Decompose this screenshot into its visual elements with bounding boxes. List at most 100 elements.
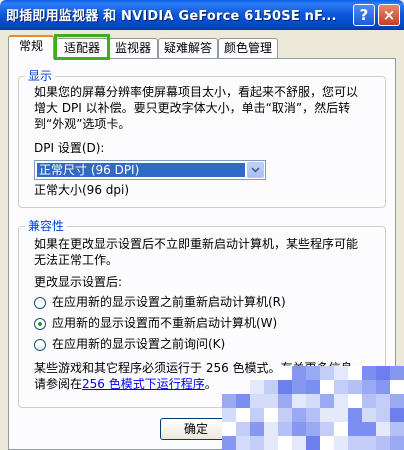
mosaic-tile [362, 422, 376, 436]
mosaic-tile [250, 422, 264, 436]
mosaic-tile [390, 422, 404, 436]
apply-without-restart-label[interactable]: 应用新的显示设置而不重新启动计算机(W) [52, 315, 277, 332]
tab-adapter[interactable]: 适配器 [56, 38, 108, 58]
mosaic-tile [292, 394, 306, 408]
mosaic-tile [320, 422, 334, 436]
mosaic-tile [306, 422, 320, 436]
tab-monitor[interactable]: 监视器 [108, 38, 158, 58]
restart-before-apply-radio[interactable] [34, 297, 46, 309]
display-group-title: 显示 [25, 69, 56, 83]
mosaic-tile [264, 436, 278, 450]
mosaic-tile [222, 436, 236, 450]
compat-description-2: 无法正常工作。 [34, 253, 119, 267]
mosaic-tile [334, 394, 348, 408]
mosaic-tile [320, 366, 334, 380]
mosaic-tile [320, 408, 334, 422]
mosaic-tile [362, 380, 376, 394]
mosaic-tile [390, 394, 404, 408]
mosaic-tile [306, 408, 320, 422]
mosaic-tile [292, 436, 306, 450]
run-256-color-link[interactable]: 256 色模式下运行程序 [82, 377, 205, 391]
mosaic-tile [390, 408, 404, 422]
mosaic-tile [390, 366, 404, 380]
mosaic-tile [236, 394, 250, 408]
mosaic-tile [334, 366, 348, 380]
mosaic-tile [278, 422, 292, 436]
mosaic-tile [278, 380, 292, 394]
mosaic-tile [348, 436, 362, 450]
window-title: 即插即用监视器 和 NVIDIA GeForce 6150SE nF... [6, 9, 337, 24]
compat-note-2: 请参阅在256 色模式下运行程序。 [34, 376, 217, 393]
close-button[interactable]: × [378, 4, 400, 26]
mosaic-tile [222, 394, 236, 408]
title-bar[interactable]: 即插即用监视器 和 NVIDIA GeForce 6150SE nF... ? … [0, 0, 404, 30]
close-icon: × [382, 5, 396, 24]
help-button[interactable]: ? [353, 4, 375, 26]
tab-troubleshoot[interactable]: 疑难解答 [158, 38, 218, 58]
mosaic-tile [376, 408, 390, 422]
mosaic-tile [390, 436, 404, 450]
display-properties-window: 即插即用监视器 和 NVIDIA GeForce 6150SE nF... ? … [0, 0, 404, 450]
mosaic-tile [250, 394, 264, 408]
help-icon: ? [359, 5, 369, 24]
mosaic-tile [362, 394, 376, 408]
dpi-dropdown-button[interactable] [247, 162, 264, 178]
compat-note-suffix: 。 [204, 377, 217, 391]
mosaic-tile [334, 408, 348, 422]
apply-without-restart-radio[interactable] [34, 318, 46, 330]
mosaic-tile [348, 380, 362, 394]
tab-label: 颜色管理 [223, 41, 272, 55]
mosaic-tile [334, 380, 348, 394]
mosaic-tile [320, 394, 334, 408]
dpi-setting-select[interactable]: 正常尺寸 (96 DPI) [34, 160, 266, 180]
compat-note-prefix: 请参阅在 [34, 377, 83, 391]
mosaic-tile [348, 422, 362, 436]
mosaic-tile [390, 380, 404, 394]
mosaic-tile [320, 436, 334, 450]
dpi-value-text: 正常大小(96 dpi) [34, 183, 130, 197]
mosaic-tile [278, 436, 292, 450]
mosaic-tile [348, 408, 362, 422]
mosaic-tile [376, 436, 390, 450]
ask-before-apply-radio[interactable] [34, 339, 46, 351]
mosaic-tile [292, 422, 306, 436]
mosaic-tile [236, 422, 250, 436]
display-description-2: 增大 DPI 以补偿。要只更改字体大小，单击“取消”，然后转 [34, 101, 351, 115]
mosaic-tile [250, 408, 264, 422]
mosaic-tile [348, 394, 362, 408]
ask-before-apply-label[interactable]: 在应用新的显示设置之前询问(K) [52, 336, 225, 353]
mosaic-tile [306, 394, 320, 408]
dpi-selected-value: 正常尺寸 (96 DPI) [37, 163, 245, 177]
mosaic-tile [334, 422, 348, 436]
mosaic-tile [376, 380, 390, 394]
tab-general[interactable]: 常规 [8, 35, 54, 59]
mosaic-tile [292, 380, 306, 394]
tab-label: 疑难解答 [163, 41, 212, 55]
tab-label: 适配器 [63, 41, 100, 55]
mosaic-tile [306, 366, 320, 380]
tab-label: 常规 [18, 39, 43, 53]
mosaic-tile [376, 394, 390, 408]
mosaic-tile [264, 394, 278, 408]
tab-color-management[interactable]: 颜色管理 [218, 38, 278, 58]
mosaic-tile [264, 380, 278, 394]
restart-before-apply-label[interactable]: 在应用新的显示设置之前重新启动计算机(R) [52, 294, 286, 311]
mosaic-tile [376, 422, 390, 436]
after-change-label: 更改显示设置后: [34, 275, 123, 289]
mosaic-tile [376, 366, 390, 380]
mosaic-tile [278, 408, 292, 422]
mosaic-tile [250, 380, 264, 394]
tab-label: 监视器 [114, 41, 151, 55]
mosaic-tile [320, 380, 334, 394]
mosaic-tile [292, 366, 306, 380]
compat-group-title: 兼容性 [25, 219, 68, 233]
mosaic-tile [334, 436, 348, 450]
mosaic-tile [236, 408, 250, 422]
mosaic-tile [250, 436, 264, 450]
mosaic-tile [362, 436, 376, 450]
display-description-1: 如果您的屏幕分辨率使屏幕项目太小，看起来不舒服，您可以 [34, 85, 359, 99]
mosaic-tile [348, 366, 362, 380]
mosaic-tile [362, 408, 376, 422]
mosaic-tile [222, 422, 236, 436]
mosaic-tile [292, 408, 306, 422]
